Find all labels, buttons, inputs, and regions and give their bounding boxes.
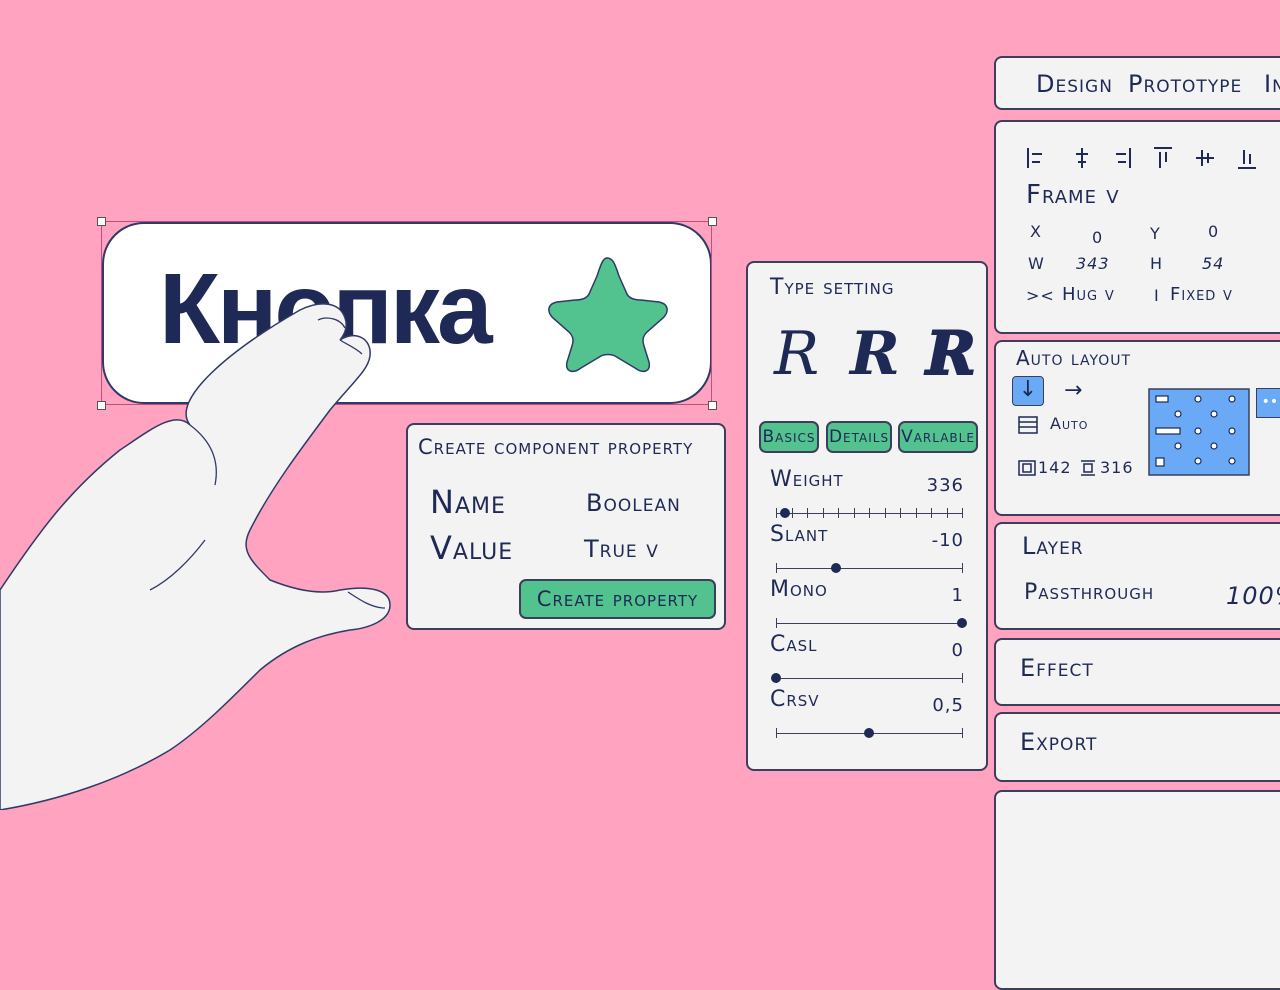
slider-tick bbox=[807, 508, 808, 518]
direction-vertical-button[interactable]: ↓ bbox=[1012, 376, 1044, 406]
effect-title[interactable]: Effect bbox=[1020, 654, 1094, 682]
name-value[interactable]: Boolean bbox=[586, 489, 681, 517]
slider-tick bbox=[962, 563, 963, 573]
padding-horizontal-icon bbox=[1018, 460, 1036, 476]
opacity-input[interactable]: 100% bbox=[1226, 582, 1280, 610]
x-input[interactable]: 0 bbox=[1092, 228, 1103, 247]
value-label: Value bbox=[430, 529, 514, 567]
hand-illustration bbox=[0, 303, 391, 810]
slider-tick bbox=[884, 508, 886, 518]
resize-handle-tl[interactable] bbox=[97, 217, 106, 226]
slider-tick bbox=[962, 728, 963, 738]
align-right-icon bbox=[1116, 148, 1131, 168]
w-label: W bbox=[1028, 254, 1045, 273]
fixed-icon: I bbox=[1154, 286, 1160, 305]
slider-value-casl[interactable]: 0 bbox=[952, 640, 964, 661]
slider-value-weight[interactable]: 336 bbox=[927, 475, 964, 496]
blend-mode-dropdown[interactable]: Passthrough bbox=[1024, 580, 1154, 605]
slider-label-mono: Mono bbox=[770, 577, 828, 602]
tab-inspect[interactable]: In bbox=[1264, 70, 1280, 98]
slider-track-mono[interactable] bbox=[776, 623, 962, 624]
x-label: X bbox=[1030, 222, 1042, 241]
slider-tick bbox=[962, 508, 963, 518]
alignment-icons bbox=[1027, 147, 1256, 169]
hug-dropdown[interactable]: Hug v bbox=[1062, 284, 1115, 305]
slider-tick bbox=[822, 508, 824, 518]
slider-tick bbox=[931, 508, 932, 518]
slider-label-weight: Weight bbox=[770, 467, 844, 492]
slider-knob-crsv[interactable] bbox=[864, 728, 874, 738]
y-label: Y bbox=[1150, 224, 1161, 243]
slider-tick bbox=[869, 508, 870, 518]
tab-design[interactable]: Design bbox=[1036, 70, 1113, 98]
slider-label-casl: Casl bbox=[770, 632, 818, 657]
alignment-grid[interactable] bbox=[1148, 388, 1250, 476]
layer-title: Layer bbox=[1022, 532, 1084, 560]
slider-label-crsv: Crsv bbox=[770, 687, 820, 712]
spacing-value[interactable]: Auto bbox=[1050, 414, 1088, 433]
h-label: H bbox=[1150, 254, 1164, 273]
h-input[interactable]: 54 bbox=[1202, 254, 1224, 273]
frame-section: Frame v X 0 Y 0 W 343 H 54 >< Hug v I Fi… bbox=[994, 120, 1280, 334]
resize-handle-tr[interactable] bbox=[708, 217, 717, 226]
slider-label-slant: Slant bbox=[770, 522, 829, 547]
slider-track-casl[interactable] bbox=[776, 678, 962, 679]
slider-value-crsv[interactable]: 0,5 bbox=[932, 695, 964, 716]
more-options-button[interactable]: ••• bbox=[1256, 388, 1280, 418]
value-dropdown[interactable]: True v bbox=[584, 535, 659, 563]
dialog-title: Create component property bbox=[418, 435, 694, 459]
auto-layout-title: Auto layout bbox=[1016, 346, 1132, 370]
slider-tick bbox=[853, 508, 855, 518]
slider-tick bbox=[776, 618, 777, 628]
slider-tick bbox=[776, 563, 777, 573]
create-property-dialog: Create component property Name Boolean V… bbox=[406, 423, 726, 630]
spacing-icon bbox=[1018, 416, 1038, 434]
align-center-h-icon bbox=[1076, 148, 1088, 168]
padding-vertical-input[interactable]: 316 bbox=[1100, 458, 1134, 477]
align-top-icon bbox=[1154, 147, 1172, 168]
hug-icon: >< bbox=[1026, 286, 1055, 305]
slider-tick bbox=[791, 508, 793, 518]
create-property-button[interactable]: Create property bbox=[519, 579, 716, 619]
align-center-v-icon bbox=[1196, 150, 1214, 166]
arrow-right-icon[interactable]: → bbox=[1064, 378, 1082, 403]
slider-tick bbox=[915, 508, 917, 518]
name-label: Name bbox=[430, 483, 506, 521]
resize-handle-br[interactable] bbox=[708, 401, 717, 410]
effect-section: Effect bbox=[994, 638, 1280, 706]
align-left-icon bbox=[1027, 148, 1042, 168]
frame-dropdown[interactable]: Frame v bbox=[1026, 180, 1120, 210]
inspector-tabs-bar: Design Prototype In bbox=[994, 56, 1280, 110]
padding-horizontal-input[interactable]: 142 bbox=[1038, 458, 1072, 477]
fixed-dropdown[interactable]: Fixed v bbox=[1170, 284, 1233, 305]
slider-knob-weight[interactable] bbox=[780, 508, 791, 518]
slider-value-slant[interactable]: -10 bbox=[932, 530, 964, 551]
slider-knob-casl[interactable] bbox=[771, 673, 781, 683]
auto-layout-section: Auto layout ↓ → Auto 142 316 ••• bbox=[994, 340, 1280, 516]
slider-knob-slant[interactable] bbox=[830, 563, 841, 573]
slider-knob-mono[interactable] bbox=[957, 618, 967, 628]
slider-tick bbox=[962, 673, 963, 683]
w-input[interactable]: 343 bbox=[1076, 254, 1110, 273]
slider-tick bbox=[838, 508, 839, 518]
export-title[interactable]: Export bbox=[1020, 728, 1097, 756]
padding-vertical-icon bbox=[1081, 460, 1095, 476]
type-setting-panel: Type setting R R R Basics Details Varlab… bbox=[746, 261, 988, 771]
ellipsis-icon: ••• bbox=[1261, 394, 1280, 410]
arrow-down-icon: ↓ bbox=[1018, 377, 1038, 402]
tab-prototype[interactable]: Prototype bbox=[1128, 70, 1242, 98]
slider-tick bbox=[776, 728, 777, 738]
y-input[interactable]: 0 bbox=[1208, 222, 1219, 241]
slider-value-mono[interactable]: 1 bbox=[952, 585, 964, 606]
layer-section: Layer Passthrough 100% bbox=[994, 522, 1280, 630]
empty-panel bbox=[994, 790, 1280, 990]
slider-tick bbox=[900, 508, 901, 518]
align-bottom-icon bbox=[1238, 150, 1256, 169]
export-section: Export bbox=[994, 712, 1280, 782]
slider-tick bbox=[776, 508, 777, 518]
axis-sliders: Weight 336 Slant -10 Mono 1 Casl 0 Crsv 0,5 bbox=[748, 263, 986, 769]
slider-tick bbox=[946, 508, 948, 518]
slider-track-slant[interactable] bbox=[776, 568, 962, 569]
